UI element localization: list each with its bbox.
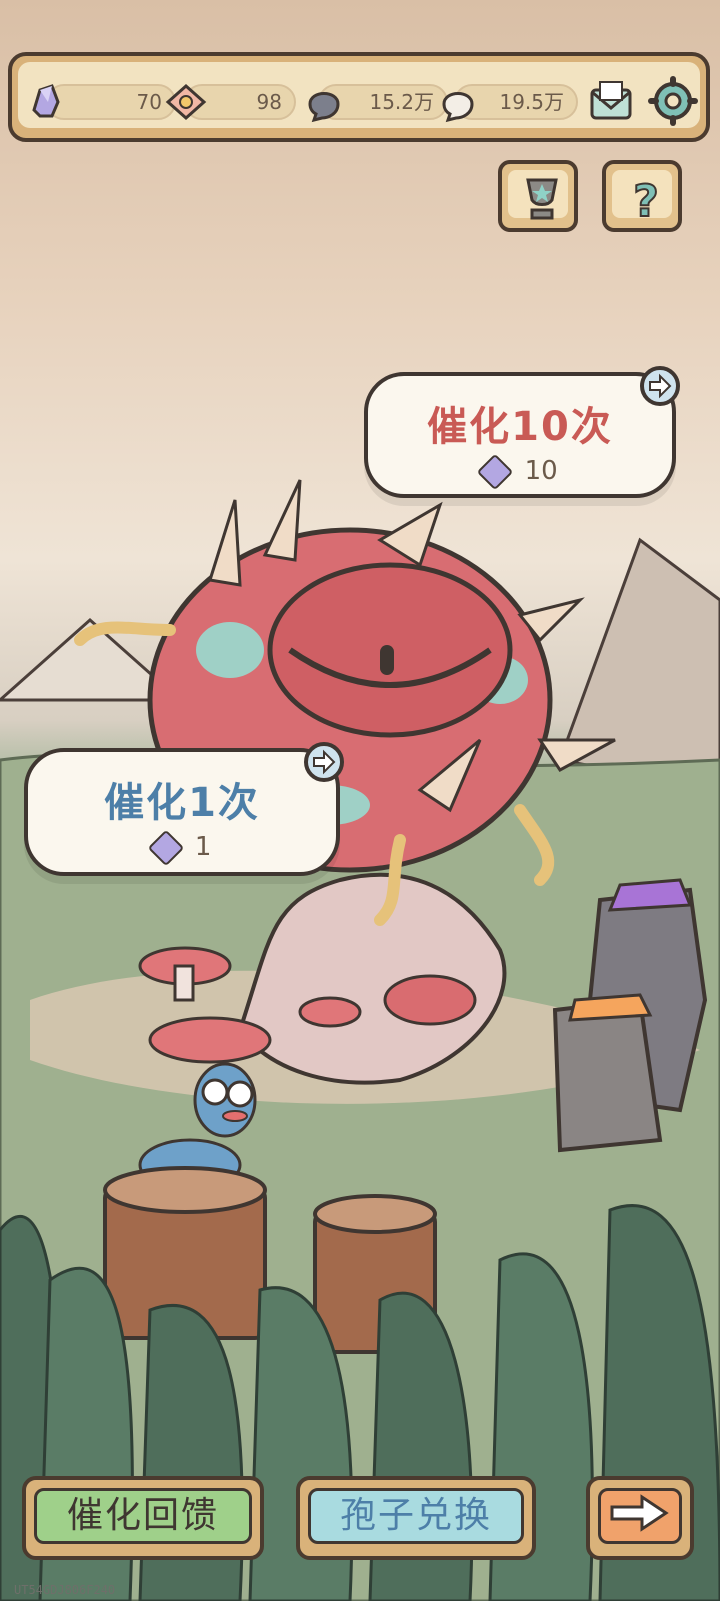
spore-exchange-button[interactable]: 孢子兑换 bbox=[296, 1476, 536, 1560]
spore-exchange-label: 孢子兑换 bbox=[308, 1488, 524, 1544]
catalyze-1-cost: 1 bbox=[194, 832, 212, 862]
ticket-count: 98 bbox=[256, 90, 282, 114]
help-button-inner: ? bbox=[612, 170, 672, 228]
catalyze-feedback-label: 催化回馈 bbox=[34, 1488, 252, 1544]
catalyze-1-cost-row: 1 bbox=[28, 829, 336, 866]
crystal-icon bbox=[32, 84, 60, 118]
catalyze-1-arrow-icon bbox=[304, 742, 344, 782]
catalyze-10-label: 催化10次 bbox=[427, 404, 613, 450]
catalyze-10-cost: 10 bbox=[524, 456, 558, 486]
trophy-button[interactable] bbox=[498, 160, 578, 232]
trophy-icon bbox=[526, 178, 558, 220]
question-mark-icon: ? bbox=[632, 175, 660, 228]
device-code: UT54GDJ806F240 bbox=[14, 1583, 116, 1597]
catalyze-1-bubble[interactable]: 催化1次 1 bbox=[24, 742, 344, 876]
mail-icon[interactable] bbox=[586, 76, 636, 126]
help-button[interactable]: ? bbox=[602, 160, 682, 232]
trophy-button-inner bbox=[508, 170, 568, 220]
arrow-right-icon bbox=[610, 1494, 669, 1532]
svg-text:?: ? bbox=[633, 176, 659, 226]
catalyze-10-cost-row: 10 bbox=[368, 453, 672, 490]
currency-bar: 70 98 15.2万 19.5万 bbox=[8, 52, 710, 142]
crystal-count: 70 bbox=[136, 90, 162, 114]
gear-icon[interactable] bbox=[648, 76, 698, 126]
next-button-inner bbox=[598, 1488, 682, 1544]
ticket-icon bbox=[165, 83, 207, 121]
dark-spore-icon bbox=[308, 92, 340, 123]
catalyze-10-arrow-icon bbox=[640, 366, 680, 406]
catalyze-1-label: 催化1次 bbox=[104, 780, 260, 826]
catalyze-10-bubble[interactable]: 催化10次 10 bbox=[364, 366, 680, 498]
dark-spore-count: 15.2万 bbox=[369, 90, 434, 114]
crystal-icon bbox=[147, 829, 184, 866]
light-spore-icon bbox=[442, 92, 474, 123]
crystal-icon bbox=[476, 453, 514, 490]
next-button[interactable] bbox=[586, 1476, 694, 1560]
catalyze-feedback-button[interactable]: 催化回馈 bbox=[22, 1476, 264, 1560]
light-spore-count: 19.5万 bbox=[499, 90, 564, 114]
currency-bar-inner: 70 98 15.2万 19.5万 bbox=[18, 62, 700, 128]
